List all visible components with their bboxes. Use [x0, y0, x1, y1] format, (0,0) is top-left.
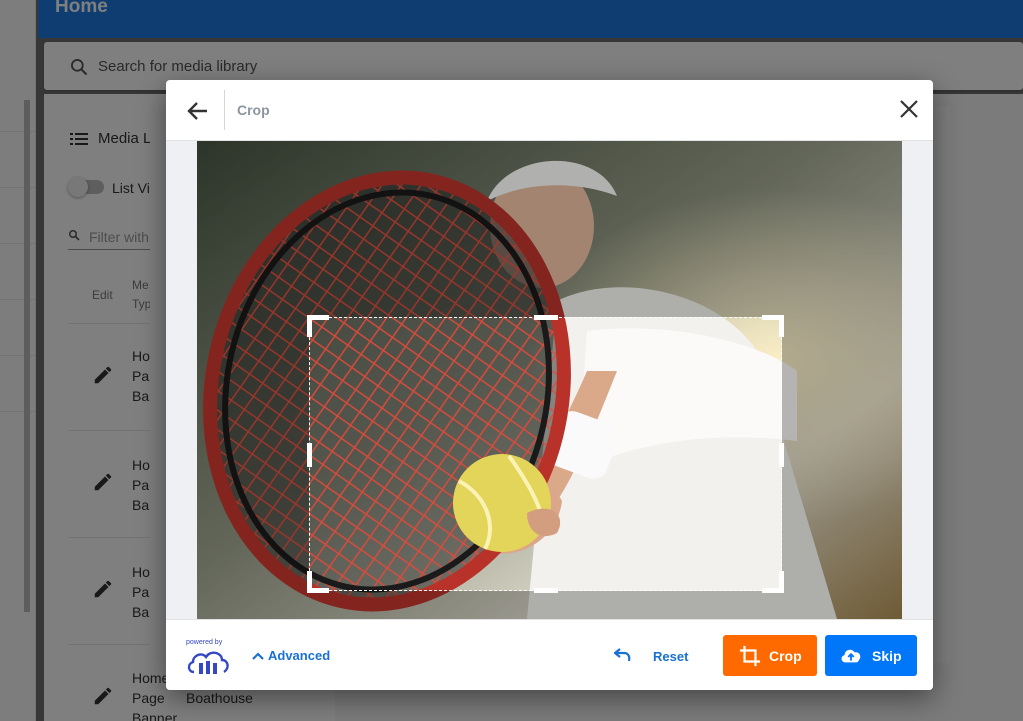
- crop-dialog-footer: powered by Advanced Reset Crop Skip: [166, 619, 933, 690]
- crop-button-label: Crop: [769, 648, 802, 664]
- advanced-toggle[interactable]: Advanced: [252, 648, 330, 663]
- undo-icon: [614, 648, 631, 662]
- crop-handle-bottom-right[interactable]: [779, 571, 784, 593]
- screen: Home Search for media library Media L Li…: [0, 0, 1023, 721]
- reset-label: Reset: [653, 649, 689, 664]
- crop-canvas: [166, 141, 933, 619]
- crop-icon: [739, 645, 761, 667]
- powered-by-label: powered by: [186, 639, 223, 646]
- chevron-up-icon: [252, 652, 264, 660]
- crop-handle-top-right[interactable]: [779, 315, 784, 337]
- crop-handle-right[interactable]: [779, 443, 784, 467]
- crop-handle-left[interactable]: [307, 443, 312, 467]
- advanced-label: Advanced: [268, 648, 331, 663]
- arrow-left-icon[interactable]: [184, 97, 212, 125]
- cloud-upload-icon: [841, 649, 861, 663]
- crop-button[interactable]: Crop: [723, 635, 817, 676]
- close-icon[interactable]: [897, 97, 921, 121]
- skip-button-label: Skip: [872, 648, 902, 664]
- crop-handle-top-left[interactable]: [307, 315, 312, 337]
- cloudinary-logo-icon: [187, 651, 229, 674]
- dialog-title: Crop: [237, 102, 270, 118]
- header-divider: [224, 90, 225, 130]
- crop-dialog-header: Crop: [166, 80, 933, 141]
- crop-dialog: Crop powered by Advanced Reset Crop Skip: [166, 80, 933, 690]
- skip-button[interactable]: Skip: [825, 635, 917, 676]
- crop-handle-top[interactable]: [534, 315, 558, 320]
- crop-handle-bottom-left[interactable]: [307, 571, 312, 593]
- crop-handle-bottom[interactable]: [534, 588, 558, 593]
- tennis-player-photo: [197, 141, 902, 619]
- crop-selection-box[interactable]: [307, 315, 784, 593]
